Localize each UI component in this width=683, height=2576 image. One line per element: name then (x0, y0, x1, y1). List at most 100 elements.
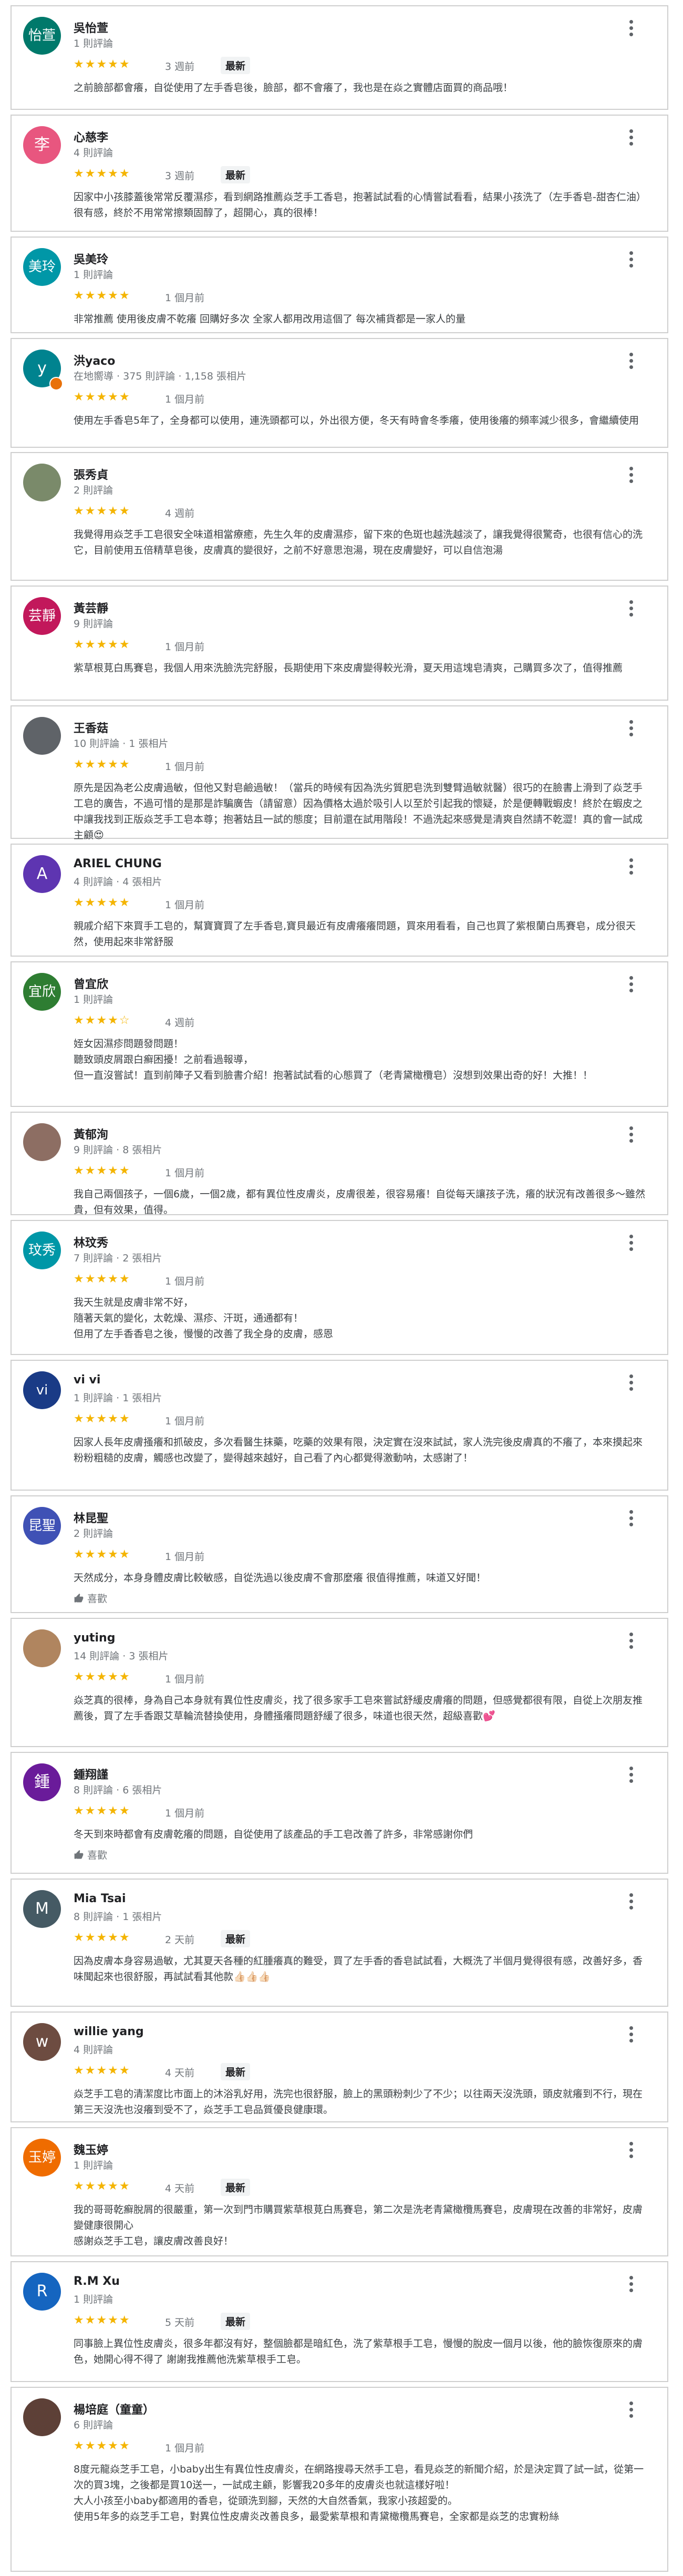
reviewer-name[interactable]: 楊培庭（童童） (74, 2400, 154, 2417)
more-options-icon[interactable] (629, 1374, 634, 1393)
reviewer-name[interactable]: ARIEL CHUNG (74, 857, 162, 870)
reviewer-name[interactable]: 黃郁洵 (74, 1125, 108, 1142)
reviewer-meta: 1 則評論 · 1 張相片 (74, 1392, 162, 1404)
review-date: 4 週前 (165, 1017, 195, 1029)
review-text: 紫草根莧白馬賽皂，我個人用來洗臉洗完舒服，長期使用下來皮膚變得較光滑，夏天用這塊… (74, 662, 623, 674)
review-date: 3 週前 (165, 170, 195, 182)
review-date: 4 天前 (165, 2183, 195, 2194)
more-options-icon[interactable] (629, 858, 634, 877)
review-card: 宜欣 曾宜欣 1 則評論 ★★★★☆ 4 週前 姪女因濕疹問題發問題！ 聽致頭皮屑跟白癬困… (11, 961, 668, 1107)
review-text: 我天生就是皮膚非常不好， 隨著天氣的變化，太乾燥、濕疹、汗斑，通通都有！ 但用了… (74, 1297, 334, 1340)
reviewer-avatar[interactable]: M (23, 1890, 61, 1928)
review-card: 昆聖 林昆聖 2 則評論 ★★★★★ 1 個月前 天然成分，本身身體皮膚比較敏感，自從洗過… (11, 1495, 668, 1613)
review-date: 5 天前 (165, 2317, 195, 2328)
new-badge: 最新 (221, 1930, 251, 1947)
reviewer-avatar[interactable]: 李 (23, 126, 61, 164)
reviewer-name[interactable]: 鍾翔謹 (74, 1766, 108, 1782)
review-card: 楊培庭（童童） 6 則評論 ★★★★★ 1 個月前 8度元龍焱芝手工皂，小baby出生有… (11, 2387, 668, 2572)
more-options-icon[interactable] (629, 720, 634, 739)
more-options-icon[interactable] (629, 1767, 634, 1785)
rating-stars: ★★★★★ (74, 2314, 131, 2327)
reviewer-name[interactable]: 林昆聖 (74, 1509, 108, 1526)
reviewer-name[interactable]: Mia Tsai (74, 1892, 126, 1905)
rating-stars: ★★★★☆ (74, 1014, 131, 1027)
reviewer-name[interactable]: 魏玉婷 (74, 2141, 108, 2158)
reviewer-avatar[interactable]: R (23, 2273, 61, 2311)
review-date: 1 個月前 (165, 1415, 205, 1427)
review-card: R R.M Xu 1 則評論 ★★★★★ 5 天前 最新 同事臉上異位性皮膚炎，很多年都沒有… (11, 2261, 668, 2382)
review-card: yuting 14 則評論 · 3 張相片 ★★★★★ 1 個月前 焱芝真的很棒，身為自… (11, 1618, 668, 1747)
more-options-icon[interactable] (629, 2026, 634, 2045)
reviewer-name[interactable]: yuting (74, 1631, 115, 1645)
review-text: 天然成分，本身身體皮膚比較敏感，自從洗過以後皮膚不會那麼癢 很值得推薦，味道又好… (74, 1572, 487, 1584)
rating-stars: ★★★★★ (74, 638, 131, 651)
more-options-icon[interactable] (629, 1510, 634, 1529)
more-options-icon[interactable] (629, 20, 634, 39)
more-options-icon[interactable] (629, 467, 634, 486)
rating-stars: ★★★★★ (74, 1548, 131, 1561)
reviewer-name[interactable]: 曾宜欣 (74, 975, 108, 992)
reviewer-name[interactable]: willie yang (74, 2025, 144, 2038)
new-badge: 最新 (221, 2313, 251, 2330)
review-text: 使用左手香皂5年了，全身都可以使用，連洗頭都可以，外出很方便，冬天有時會冬季癢，… (74, 415, 639, 426)
reviewer-avatar[interactable] (23, 717, 61, 755)
reviewer-avatar[interactable] (23, 1629, 61, 1667)
reviewer-name[interactable]: R.M Xu (74, 2275, 120, 2288)
more-options-icon[interactable] (629, 1126, 634, 1145)
review-text: 之前臉部都會癢，自從使用了左手香皂後，臉部，都不會癢了，我也是在焱之實體店面買的… (74, 82, 513, 94)
reviewer-name[interactable]: 吳怡萱 (74, 19, 108, 36)
reviewer-avatar[interactable]: vi (23, 1371, 61, 1409)
more-options-icon[interactable] (629, 2401, 634, 2420)
reviewer-avatar[interactable]: 怡萱 (23, 17, 61, 55)
reviewer-name[interactable]: 張秀貞 (74, 466, 108, 483)
reviewer-avatar[interactable]: 玟秀 (23, 1231, 61, 1269)
review-text: 因家人長年皮膚搔癢和抓破皮，多次看醫生抹藥，吃藥的效果有限，決定實在沒來試試，家… (74, 1436, 643, 1464)
rating-stars: ★★★★★ (74, 289, 131, 302)
more-options-icon[interactable] (629, 1633, 634, 1651)
like-button[interactable]: 喜歡 (74, 1591, 107, 1605)
new-badge: 最新 (221, 57, 251, 74)
review-text: 焱芝真的很棒，身為自己本身就有異位性皮膚炎，找了很多家手工皂來嘗試舒緩皮膚癢的問… (74, 1695, 643, 1722)
more-options-icon[interactable] (629, 129, 634, 148)
review-text: 原先是因為老公皮膚過敏，但他又對皂鹼過敏！（當兵的時候有因為洗劣質肥皂洗到雙臂過… (74, 782, 643, 841)
reviewer-meta: 1 則評論 (74, 38, 113, 49)
new-badge: 最新 (221, 166, 251, 183)
more-options-icon[interactable] (629, 353, 634, 372)
review-text: 非常推薦 使用後皮膚不乾癢 回購好多次 全家人都用改用這個了 每次補貨都是一家人… (74, 313, 466, 325)
reviewer-name[interactable]: vi vi (74, 1373, 100, 1387)
like-button[interactable]: 喜歡 (74, 1848, 107, 1862)
more-options-icon[interactable] (629, 1235, 634, 1254)
more-options-icon[interactable] (629, 2276, 634, 2295)
review-text: 冬天到來時都會有皮膚乾癢的問題，自從使用了該產品的手工皂改善了許多，非常感謝你們 (74, 1829, 473, 1840)
reviewer-avatar[interactable]: A (23, 855, 61, 893)
reviewer-meta: 1 則評論 (74, 994, 113, 1005)
reviewer-avatar[interactable]: 宜欣 (23, 973, 61, 1011)
reviewer-avatar[interactable]: 美玲 (23, 248, 61, 286)
reviewer-avatar[interactable]: 玉婷 (23, 2139, 61, 2177)
new-badge: 最新 (221, 2179, 251, 2196)
reviewer-meta: 7 則評論 · 2 張相片 (74, 1253, 162, 1264)
reviewer-name[interactable]: 林玟秀 (74, 1234, 108, 1250)
review-date: 1 個月前 (165, 761, 205, 773)
reviewer-avatar[interactable] (23, 2398, 61, 2436)
reviewer-avatar[interactable] (23, 1123, 61, 1161)
review-text: 焱芝手工皂的清潔度比市面上的沐浴乳好用，洗完也很舒服，臉上的黑頭粉刺少了不少；以… (74, 2088, 643, 2116)
reviewer-avatar[interactable]: w (23, 2023, 61, 2061)
reviewer-name[interactable]: 王香菇 (74, 719, 108, 736)
more-options-icon[interactable] (629, 2142, 634, 2161)
more-options-icon[interactable] (629, 1893, 634, 1912)
more-options-icon[interactable] (629, 976, 634, 995)
rating-stars: ★★★★★ (74, 1412, 131, 1425)
reviewer-name[interactable]: 吳美玲 (74, 250, 108, 267)
reviewer-avatar[interactable]: 芸靜 (23, 597, 61, 635)
reviewer-avatar[interactable]: 昆聖 (23, 1507, 61, 1545)
reviewer-avatar[interactable] (23, 464, 61, 501)
more-options-icon[interactable] (629, 600, 634, 619)
more-options-icon[interactable] (629, 251, 634, 270)
review-date: 4 週前 (165, 508, 195, 519)
reviewer-meta: 4 則評論 (74, 2044, 113, 2056)
reviewer-name[interactable]: 黃芸靜 (74, 599, 108, 616)
reviewer-name[interactable]: 心慈李 (74, 128, 108, 145)
reviewer-avatar[interactable]: 鍾 (23, 1763, 61, 1801)
reviewer-name[interactable]: 洪yaco (74, 352, 115, 368)
